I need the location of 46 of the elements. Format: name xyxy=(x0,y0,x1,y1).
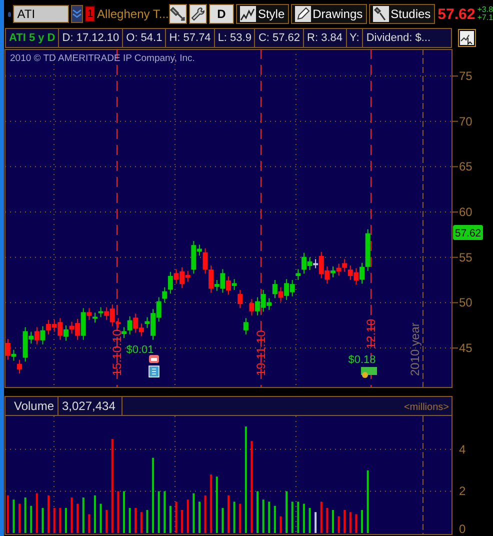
chevron-down-icon xyxy=(72,9,82,19)
symbol-dropdown-button[interactable] xyxy=(71,5,84,23)
price-axis-label: 45 xyxy=(459,341,472,356)
price-change: +3.8 xyxy=(477,6,493,14)
period-label: 2010 year xyxy=(408,322,422,376)
date-marker: 15.10.10 xyxy=(110,329,124,376)
price-change: +7.1 xyxy=(477,14,493,22)
volume-axis-label: 4 xyxy=(459,442,466,456)
company-name: Allegheny T... xyxy=(97,7,168,21)
drawings-button[interactable]: Drawings xyxy=(290,4,367,24)
alert-badge: 1 xyxy=(85,6,96,22)
pencil-icon xyxy=(294,6,311,22)
cursor-chart-icon xyxy=(460,31,474,45)
price-axis-label: 55 xyxy=(459,250,472,264)
volume-unit-label: <millions> xyxy=(404,402,449,413)
studies-icon xyxy=(372,6,389,22)
last-price-badge: 57.62 xyxy=(453,225,483,240)
wrench-icon xyxy=(190,6,206,22)
volume-axis-label: 0 xyxy=(459,522,466,536)
document-icon xyxy=(148,366,160,378)
date-marker: 19.11.10 xyxy=(254,330,268,376)
style-button[interactable]: Style xyxy=(236,4,289,24)
date-marker: 12.10 xyxy=(364,318,378,349)
last-price: 57.62 xyxy=(438,6,476,22)
price-axis-label: 50 xyxy=(459,296,472,310)
volume-value: 3,027,434 xyxy=(62,399,116,413)
price-axis-label: 75 xyxy=(459,69,472,84)
studies-button[interactable]: Studies xyxy=(368,4,435,24)
volume-axis-label: 2 xyxy=(459,484,466,498)
earnings-label: $0.01 xyxy=(126,344,154,356)
tool-icon xyxy=(170,6,186,22)
candle xyxy=(243,318,248,335)
period-button[interactable]: D xyxy=(209,4,234,24)
line-chart-icon xyxy=(240,6,256,22)
copyright-text: 2010 © TD AMERITRADE IP Company, Inc. xyxy=(10,53,195,64)
phone-icon xyxy=(149,355,159,363)
wrench-button[interactable] xyxy=(189,4,208,24)
price-axis-label: 60 xyxy=(459,205,472,220)
symbol-field[interactable]: ATI xyxy=(13,5,70,23)
tool-button[interactable] xyxy=(169,4,188,24)
status-dot xyxy=(8,12,12,16)
price-axis-label: 70 xyxy=(459,114,472,128)
volume-label: Volume xyxy=(14,399,54,413)
chart-tool-button[interactable] xyxy=(458,29,476,47)
money-icon xyxy=(361,367,377,378)
price-axis-label: 65 xyxy=(459,160,472,174)
